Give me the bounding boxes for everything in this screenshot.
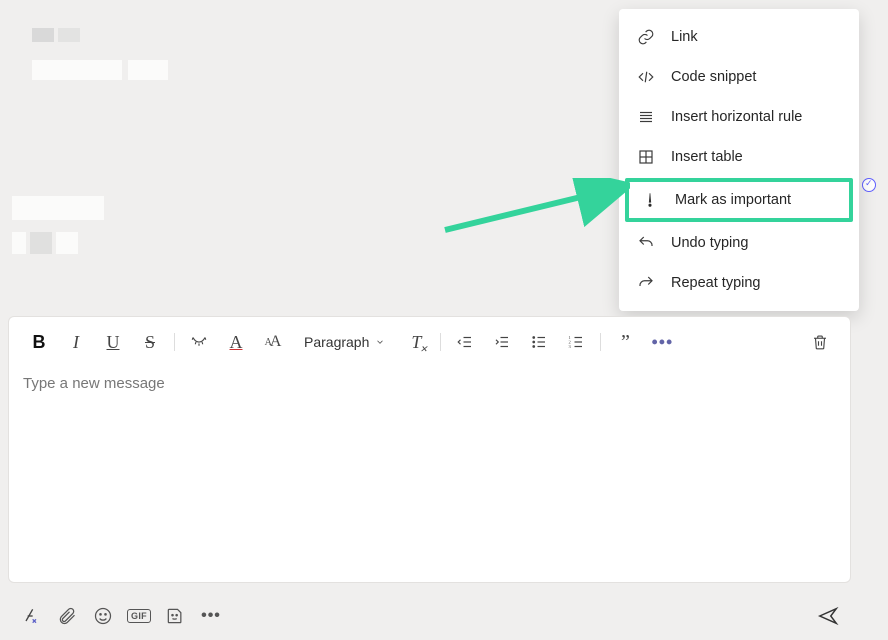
important-icon: [641, 191, 659, 209]
menu-item-insert-hr[interactable]: Insert horizontal rule: [619, 97, 859, 137]
toolbar-separator: [600, 333, 601, 351]
compose-action-bar: GIF •••: [8, 596, 851, 636]
sticker-button[interactable]: [164, 605, 186, 627]
menu-item-undo-typing[interactable]: Undo typing: [619, 223, 859, 263]
emoji-button[interactable]: [92, 605, 114, 627]
annotation-arrow-icon: [440, 178, 630, 238]
undo-icon: [637, 234, 655, 252]
gif-button[interactable]: GIF: [128, 605, 150, 627]
table-icon: [637, 148, 655, 166]
menu-label: Insert horizontal rule: [671, 109, 802, 125]
paragraph-style-dropdown[interactable]: Paragraph: [294, 334, 395, 350]
code-icon: [637, 68, 655, 86]
discard-button[interactable]: [804, 327, 836, 357]
menu-item-repeat-typing[interactable]: Repeat typing: [619, 263, 859, 303]
highlight-button[interactable]: [183, 327, 215, 357]
redo-icon: [637, 274, 655, 292]
menu-item-link[interactable]: Link: [619, 17, 859, 57]
toolbar-separator: [440, 333, 441, 351]
bold-button[interactable]: B: [23, 327, 55, 357]
font-color-button[interactable]: A: [220, 327, 252, 357]
format-context-menu: Link Code snippet Insert horizontal rule…: [619, 9, 859, 311]
send-button[interactable]: [817, 605, 839, 627]
svg-text:3: 3: [569, 344, 572, 349]
link-icon: [637, 28, 655, 46]
italic-button[interactable]: I: [60, 327, 92, 357]
strikethrough-button[interactable]: S: [134, 327, 166, 357]
chevron-down-icon: [375, 337, 385, 347]
numbered-list-button[interactable]: 1 2 3: [560, 327, 592, 357]
paragraph-label: Paragraph: [304, 334, 369, 350]
indent-button[interactable]: [486, 327, 518, 357]
menu-label: Repeat typing: [671, 275, 760, 291]
compose-editor: B I U S A AA Paragraph T✕: [8, 316, 851, 583]
attach-button[interactable]: [56, 605, 78, 627]
toolbar-separator: [174, 333, 175, 351]
menu-item-mark-important[interactable]: Mark as important: [625, 178, 853, 222]
horizontal-rule-icon: [637, 108, 655, 126]
quote-button[interactable]: ”: [609, 327, 641, 357]
underline-button[interactable]: U: [97, 327, 129, 357]
format-toolbar: B I U S A AA Paragraph T✕: [9, 317, 850, 363]
menu-label: Link: [671, 29, 698, 45]
menu-label: Mark as important: [675, 192, 791, 208]
outdent-button[interactable]: [449, 327, 481, 357]
font-size-button[interactable]: AA: [257, 327, 289, 357]
menu-label: Code snippet: [671, 69, 756, 85]
redacted-background: [0, 0, 300, 280]
message-input[interactable]: Type a new message: [9, 363, 850, 582]
gif-label: GIF: [127, 609, 151, 623]
menu-label: Insert table: [671, 149, 743, 165]
more-format-button[interactable]: •••: [646, 327, 678, 357]
format-toggle-button[interactable]: [20, 605, 42, 627]
seen-badge-icon: [862, 178, 876, 192]
menu-label: Undo typing: [671, 235, 748, 251]
menu-item-code-snippet[interactable]: Code snippet: [619, 57, 859, 97]
menu-item-insert-table[interactable]: Insert table: [619, 137, 859, 177]
more-actions-button[interactable]: •••: [200, 605, 222, 627]
bullet-list-button[interactable]: [523, 327, 555, 357]
clear-format-button[interactable]: T✕: [400, 327, 432, 357]
